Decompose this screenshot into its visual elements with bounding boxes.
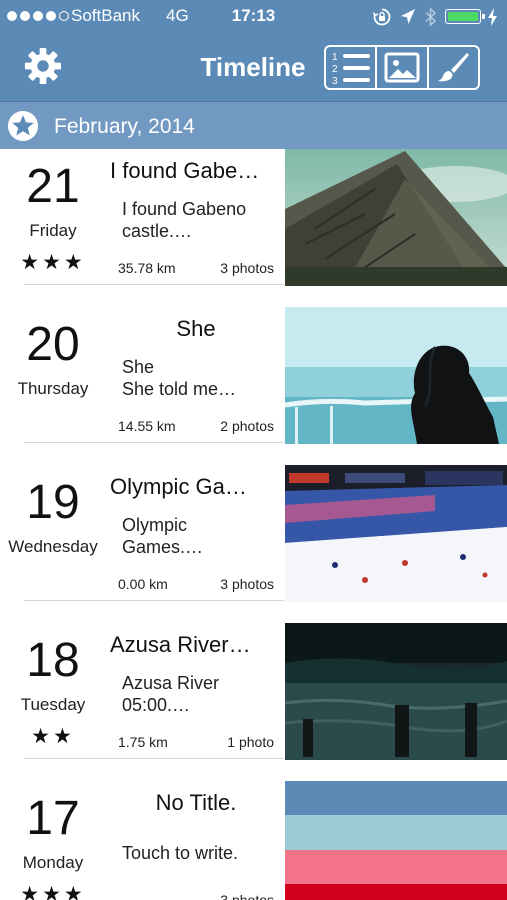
entry-title: She: [176, 316, 216, 341]
entry-rating-stars: ★★★: [20, 883, 86, 900]
entry-photo-count: 3 photos: [220, 260, 274, 276]
entry-weekday: Monday: [22, 853, 84, 872]
entry-body-preview: She She told me…: [122, 357, 237, 399]
entry-body-preview: I found Gabeno castle.…: [122, 199, 247, 241]
entry-thumbnail[interactable]: [285, 623, 507, 760]
top-bar: SoftBank 4G 17:13 Timeline 1 2 3: [0, 0, 507, 101]
entry-title: Olympic Ga…: [110, 474, 247, 499]
entry-title: I found Gabe…: [110, 158, 260, 183]
timeline-entry[interactable]: 21 Friday ★★★ I found Gabe… I found Gabe…: [0, 149, 507, 307]
paintbrush-icon: [438, 52, 470, 81]
color-stripe: [285, 781, 507, 816]
entry-weekday: Friday: [29, 221, 77, 240]
entry-body-preview: Azusa River 05:00.…: [122, 673, 220, 715]
section-month-label: February, 2014: [54, 115, 195, 138]
svg-text:1: 1: [332, 52, 338, 63]
page-title: Timeline: [200, 52, 306, 82]
entry-thumbnail[interactable]: [285, 307, 507, 444]
timeline-entry[interactable]: 19 Wednesday Olympic Ga… Olympic Games.……: [0, 465, 507, 623]
entry-photo-count: 3 photos: [220, 576, 274, 592]
entry-distance: 14.55 km: [118, 418, 176, 434]
entry-photo-count: 1 photo: [227, 734, 274, 750]
timeline-screen: SoftBank 4G 17:13 Timeline 1 2 3 Februar…: [0, 0, 507, 900]
timeline-entry[interactable]: 18 Tuesday ★★ Azusa River… Azusa River 0…: [0, 623, 507, 781]
color-stripe: [285, 883, 507, 900]
photo-view-button[interactable]: [375, 47, 426, 88]
entry-day-number: 18: [26, 634, 80, 687]
entry-photo-count: 3 photos: [220, 892, 274, 900]
location-arrow-icon: [401, 9, 415, 24]
entry-distance: 35.78 km: [118, 260, 176, 276]
entry-thumbnail[interactable]: [285, 149, 507, 286]
color-stripe: [285, 849, 507, 884]
bluetooth-icon: [425, 7, 437, 27]
entry-photo-count: 2 photos: [220, 418, 274, 434]
draw-view-button[interactable]: [426, 47, 478, 88]
entry-title: No Title.: [155, 790, 237, 815]
gear-icon[interactable]: [24, 47, 62, 85]
list-view-button[interactable]: 1 2 3: [326, 47, 375, 88]
entry-title: Azusa River…: [110, 632, 251, 657]
svg-text:3: 3: [332, 76, 338, 87]
timeline-entry[interactable]: 20 Thursday She She She told me… 14.55 k…: [0, 307, 507, 465]
entry-day-number: 21: [26, 160, 80, 213]
numbered-list-icon: 1 2 3: [332, 52, 370, 87]
svg-text:2: 2: [332, 64, 338, 75]
status-bar: SoftBank 4G 17:13: [0, 0, 507, 34]
entry-distance: 0.00 km: [118, 576, 168, 592]
row-divider: [24, 600, 284, 601]
entry-weekday: Thursday: [17, 379, 89, 398]
image-icon: [384, 52, 420, 82]
color-stripe: [285, 815, 507, 850]
charging-bolt-icon: [488, 8, 497, 26]
entry-distance: 1.75 km: [118, 734, 168, 750]
entry-rating-stars: ★★: [31, 725, 75, 748]
entry-weekday: Wednesday: [8, 537, 98, 556]
month-section-header: February, 2014: [0, 101, 507, 149]
entry-thumbnail-placeholder[interactable]: [285, 781, 507, 900]
entry-day-number: 17: [26, 792, 80, 845]
entry-body-preview: Touch to write.: [122, 843, 239, 863]
entry-rating-stars: ★★★: [20, 251, 86, 274]
entry-day-number: 19: [26, 476, 80, 529]
row-divider: [24, 284, 284, 285]
rotation-lock-icon: [372, 8, 391, 26]
entry-day-number: 20: [26, 318, 80, 371]
entry-body-preview: Olympic Games.…: [122, 515, 204, 557]
entry-weekday: Tuesday: [20, 695, 86, 714]
star-badge-icon: [7, 110, 39, 142]
entry-thumbnail[interactable]: [285, 465, 507, 602]
row-divider: [24, 758, 284, 759]
battery-icon: [445, 9, 485, 24]
timeline-entry[interactable]: 17 Monday ★★★ No Title. Touch to write. …: [0, 781, 507, 900]
view-mode-segmented-control: 1 2 3: [324, 45, 480, 90]
row-divider: [24, 442, 284, 443]
